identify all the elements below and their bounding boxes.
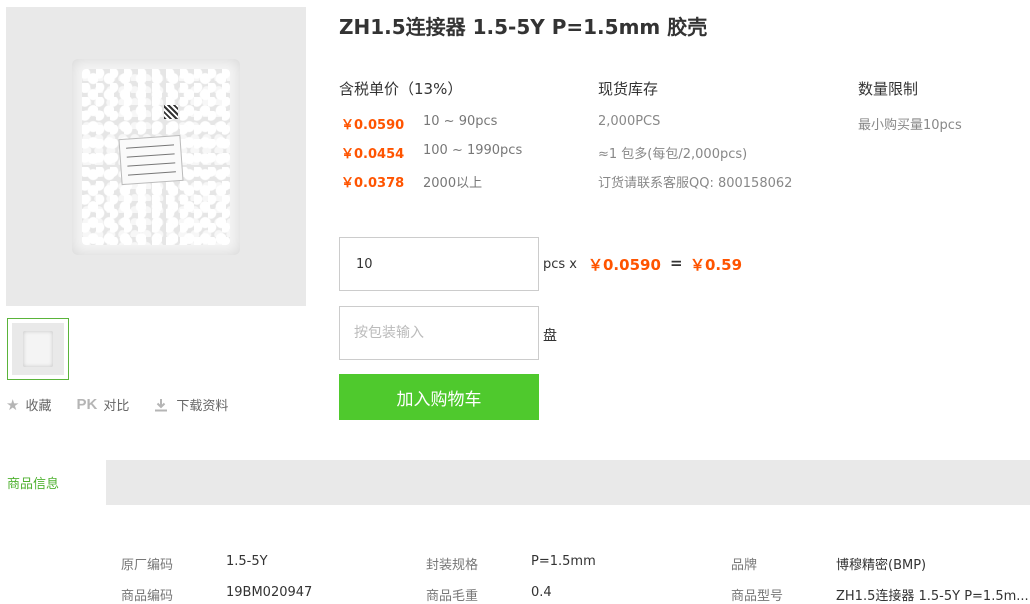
min-order: 最小购买量10pcs (858, 118, 962, 133)
product-actions: ★ 收藏 PK 对比 下载资料 (6, 395, 253, 415)
spec-value: 0.4 (531, 585, 552, 600)
spec-item: 原厂编码 1.5-5Y (121, 554, 421, 573)
total-price: ￥0.59 (690, 256, 743, 274)
star-icon: ★ (6, 395, 20, 414)
spec-value: 19BM020947 (226, 585, 313, 600)
compare-button[interactable]: PK 对比 (76, 395, 129, 414)
product-main-image (6, 7, 306, 306)
spec-value: ZH1.5连接器 1.5-5Y P=1.5m... (836, 589, 1029, 604)
spec-key: 品牌 (731, 558, 758, 573)
compare-label: 对比 (103, 399, 130, 414)
qty-unit: pcs x (543, 257, 577, 272)
spec-item: 封装规格 P=1.5mm (426, 554, 726, 573)
tier-range: 2000以上 (423, 176, 483, 191)
limit-header: 数量限制 (858, 80, 919, 98)
spec-value: P=1.5mm (531, 554, 596, 569)
product-thumbnail[interactable] (7, 318, 69, 380)
spec-key: 商品型号 (731, 589, 784, 604)
tier-price: ￥0.0378 (341, 176, 405, 191)
quantity-input[interactable] (339, 237, 539, 291)
spec-item: 商品编码 19BM020947 (121, 585, 421, 604)
tab-product-info[interactable]: 商品信息 (0, 460, 106, 505)
spec-item: 商品型号 ZH1.5连接器 1.5-5Y P=1.5m... (731, 585, 1030, 604)
price-tier: ￥0.0378 (341, 172, 404, 191)
spec-key: 封装规格 (426, 558, 479, 573)
pack-input[interactable] (339, 306, 539, 360)
price-tier: ￥0.0454 (341, 143, 404, 162)
product-title: ZH1.5连接器 1.5-5Y P=1.5mm 胶壳 (339, 15, 708, 39)
favorite-label: 收藏 (25, 399, 52, 414)
price-tier: ￥0.0590 (341, 114, 404, 133)
spec-value: 1.5-5Y (226, 554, 268, 569)
spec-item: 品牌 博穆精密(BMP) (731, 554, 1030, 573)
stock-quantity: 2,000PCS (598, 114, 661, 129)
download-button[interactable]: 下载资料 (154, 395, 228, 414)
tier-range: 10 ~ 90pcs (423, 114, 498, 129)
unit-price: ￥0.0590 (588, 256, 661, 274)
add-to-cart-button[interactable]: 加入购物车 (339, 374, 539, 420)
favorite-button[interactable]: ★ 收藏 (6, 395, 52, 415)
download-label: 下载资料 (176, 399, 229, 414)
spec-key: 商品编码 (121, 589, 174, 604)
stock-header: 现货库存 (598, 80, 659, 98)
stock-package-info: ≈1 包多(每包/2,000pcs) (598, 147, 748, 162)
detail-tabbar: 商品信息 (0, 460, 1030, 505)
spec-value: 博穆精密(BMP) (836, 558, 927, 573)
stock-contact: 订货请联系客服QQ: 800158062 (598, 176, 793, 191)
price-header: 含税单价（13%） (339, 80, 463, 98)
tier-price: ￥0.0454 (341, 147, 405, 162)
download-icon (155, 398, 168, 411)
tier-range: 100 ~ 1990pcs (423, 143, 523, 158)
pack-unit: 盘 (543, 328, 557, 344)
tier-price: ￥0.0590 (341, 118, 405, 133)
spec-key: 原厂编码 (121, 558, 174, 573)
product-bag-image (72, 58, 240, 255)
equals-sign: = (670, 254, 683, 272)
spec-item: 商品毛重 0.4 (426, 585, 726, 604)
pk-icon: PK (76, 396, 98, 413)
spec-key: 商品毛重 (426, 589, 479, 604)
